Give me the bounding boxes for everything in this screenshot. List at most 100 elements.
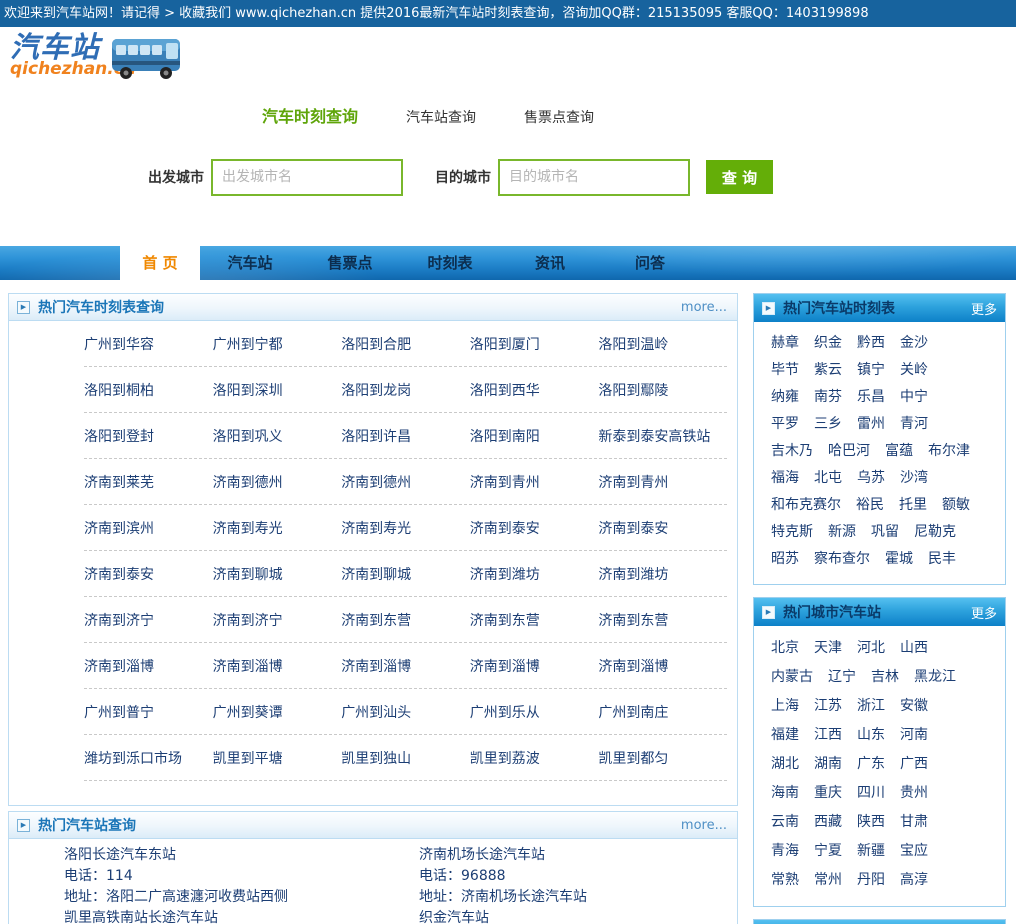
route-link[interactable]: 济南到聊城 — [213, 564, 342, 584]
route-link[interactable]: 广州到华容 — [84, 334, 213, 354]
route-link[interactable]: 济南到潍坊 — [598, 564, 727, 584]
station-link[interactable]: 凯里高铁南站长途汽车站 — [64, 908, 419, 924]
route-link[interactable]: 济南到寿光 — [213, 518, 342, 538]
city-link[interactable]: 河南 — [900, 727, 928, 743]
more-link[interactable]: 更多 — [971, 299, 997, 318]
city-link[interactable]: 霍城 — [885, 551, 913, 567]
city-link[interactable]: 海南 — [771, 785, 799, 801]
nav-item[interactable]: 首 页 — [120, 246, 200, 280]
city-link[interactable]: 毕节 — [771, 362, 799, 378]
city-link[interactable]: 织金 — [814, 335, 842, 351]
station-link[interactable]: 济南机场长途汽车站 — [419, 845, 587, 866]
city-link[interactable]: 新疆 — [857, 843, 885, 859]
city-link[interactable]: 乐昌 — [857, 389, 885, 405]
route-link[interactable]: 洛阳到西华 — [470, 380, 599, 400]
route-link[interactable]: 济南到淄博 — [598, 656, 727, 676]
route-link[interactable]: 济南到德州 — [341, 472, 470, 492]
route-link[interactable]: 广州到葵谭 — [213, 702, 342, 722]
route-link[interactable]: 济南到泰安 — [470, 518, 599, 538]
city-link[interactable]: 察布查尔 — [814, 551, 870, 567]
city-link[interactable]: 高淳 — [900, 872, 928, 888]
route-link[interactable]: 洛阳到厦门 — [470, 334, 599, 354]
route-link[interactable]: 凯里到都匀 — [598, 748, 727, 768]
city-link[interactable]: 江苏 — [814, 698, 842, 714]
route-link[interactable]: 洛阳到南阳 — [470, 426, 599, 446]
city-link[interactable]: 天津 — [814, 640, 842, 656]
city-link[interactable]: 福建 — [771, 727, 799, 743]
city-link[interactable]: 沙湾 — [900, 470, 928, 486]
route-link[interactable]: 洛阳到温岭 — [598, 334, 727, 354]
tab-ticket-office-search[interactable]: 售票点查询 — [524, 107, 594, 127]
city-link[interactable]: 浙江 — [857, 698, 885, 714]
city-link[interactable]: 关岭 — [900, 362, 928, 378]
city-link[interactable]: 内蒙古 — [771, 669, 813, 685]
route-link[interactable]: 济南到德州 — [213, 472, 342, 492]
route-link[interactable]: 广州到普宁 — [84, 702, 213, 722]
city-link[interactable]: 特克斯 — [771, 524, 813, 540]
city-link[interactable]: 吉木乃 — [771, 443, 813, 459]
city-link[interactable]: 三乡 — [814, 416, 842, 432]
city-link[interactable]: 青海 — [771, 843, 799, 859]
more-link[interactable]: 更多 — [971, 603, 997, 622]
route-link[interactable]: 济南到潍坊 — [470, 564, 599, 584]
nav-item[interactable]: 汽车站 — [200, 246, 300, 280]
route-link[interactable]: 济南到泰安 — [598, 518, 727, 538]
city-link[interactable]: 西藏 — [814, 814, 842, 830]
city-link[interactable]: 湖南 — [814, 756, 842, 772]
route-link[interactable]: 洛阳到深圳 — [213, 380, 342, 400]
city-link[interactable]: 金沙 — [900, 335, 928, 351]
nav-item[interactable]: 时刻表 — [400, 246, 500, 280]
city-link[interactable]: 哈巴河 — [828, 443, 870, 459]
city-link[interactable]: 紫云 — [814, 362, 842, 378]
route-link[interactable]: 济南到淄博 — [213, 656, 342, 676]
tab-timetable-search[interactable]: 汽车时刻查询 — [262, 103, 358, 127]
route-link[interactable]: 广州到乐从 — [470, 702, 599, 722]
city-link[interactable]: 贵州 — [900, 785, 928, 801]
city-link[interactable]: 宝应 — [900, 843, 928, 859]
route-link[interactable]: 凯里到独山 — [341, 748, 470, 768]
route-link[interactable]: 济南到淄博 — [341, 656, 470, 676]
city-link[interactable]: 黔西 — [857, 335, 885, 351]
route-link[interactable]: 济南到青州 — [598, 472, 727, 492]
station-link[interactable]: 洛阳长途汽车东站 — [64, 845, 419, 866]
route-link[interactable]: 济南到东营 — [470, 610, 599, 630]
city-link[interactable]: 广西 — [900, 756, 928, 772]
city-link[interactable]: 宁夏 — [814, 843, 842, 859]
city-link[interactable]: 和布克赛尔 — [771, 497, 841, 513]
city-link[interactable]: 常熟 — [771, 872, 799, 888]
city-link[interactable]: 青河 — [900, 416, 928, 432]
city-link[interactable]: 北屯 — [814, 470, 842, 486]
route-link[interactable]: 洛阳到巩义 — [213, 426, 342, 446]
route-link[interactable]: 洛阳到登封 — [84, 426, 213, 446]
nav-item[interactable]: 售票点 — [300, 246, 400, 280]
more-link[interactable]: more... — [681, 300, 727, 315]
nav-item[interactable]: 问答 — [600, 246, 700, 280]
city-link[interactable]: 民丰 — [928, 551, 956, 567]
city-link[interactable]: 镇宁 — [857, 362, 885, 378]
city-link[interactable]: 陕西 — [857, 814, 885, 830]
city-link[interactable]: 丹阳 — [857, 872, 885, 888]
route-link[interactable]: 凯里到荔波 — [470, 748, 599, 768]
city-link[interactable]: 乌苏 — [857, 470, 885, 486]
route-link[interactable]: 济南到东营 — [598, 610, 727, 630]
city-link[interactable]: 尼勒克 — [914, 524, 956, 540]
city-link[interactable]: 北京 — [771, 640, 799, 656]
city-link[interactable]: 山东 — [857, 727, 885, 743]
city-link[interactable]: 裕民 — [856, 497, 884, 513]
city-link[interactable]: 额敏 — [942, 497, 970, 513]
route-link[interactable]: 济南到寿光 — [341, 518, 470, 538]
city-link[interactable]: 南芬 — [814, 389, 842, 405]
city-link[interactable]: 赫章 — [771, 335, 799, 351]
city-link[interactable]: 辽宁 — [828, 669, 856, 685]
city-link[interactable]: 山西 — [900, 640, 928, 656]
search-button[interactable]: 查 询 — [706, 160, 773, 194]
city-link[interactable]: 常州 — [814, 872, 842, 888]
city-link[interactable]: 福海 — [771, 470, 799, 486]
city-link[interactable]: 广东 — [857, 756, 885, 772]
city-link[interactable]: 托里 — [899, 497, 927, 513]
route-link[interactable]: 凯里到平塘 — [213, 748, 342, 768]
tab-station-search[interactable]: 汽车站查询 — [406, 107, 476, 127]
route-link[interactable]: 广州到宁都 — [213, 334, 342, 354]
route-link[interactable]: 广州到南庄 — [598, 702, 727, 722]
city-link[interactable]: 平罗 — [771, 416, 799, 432]
